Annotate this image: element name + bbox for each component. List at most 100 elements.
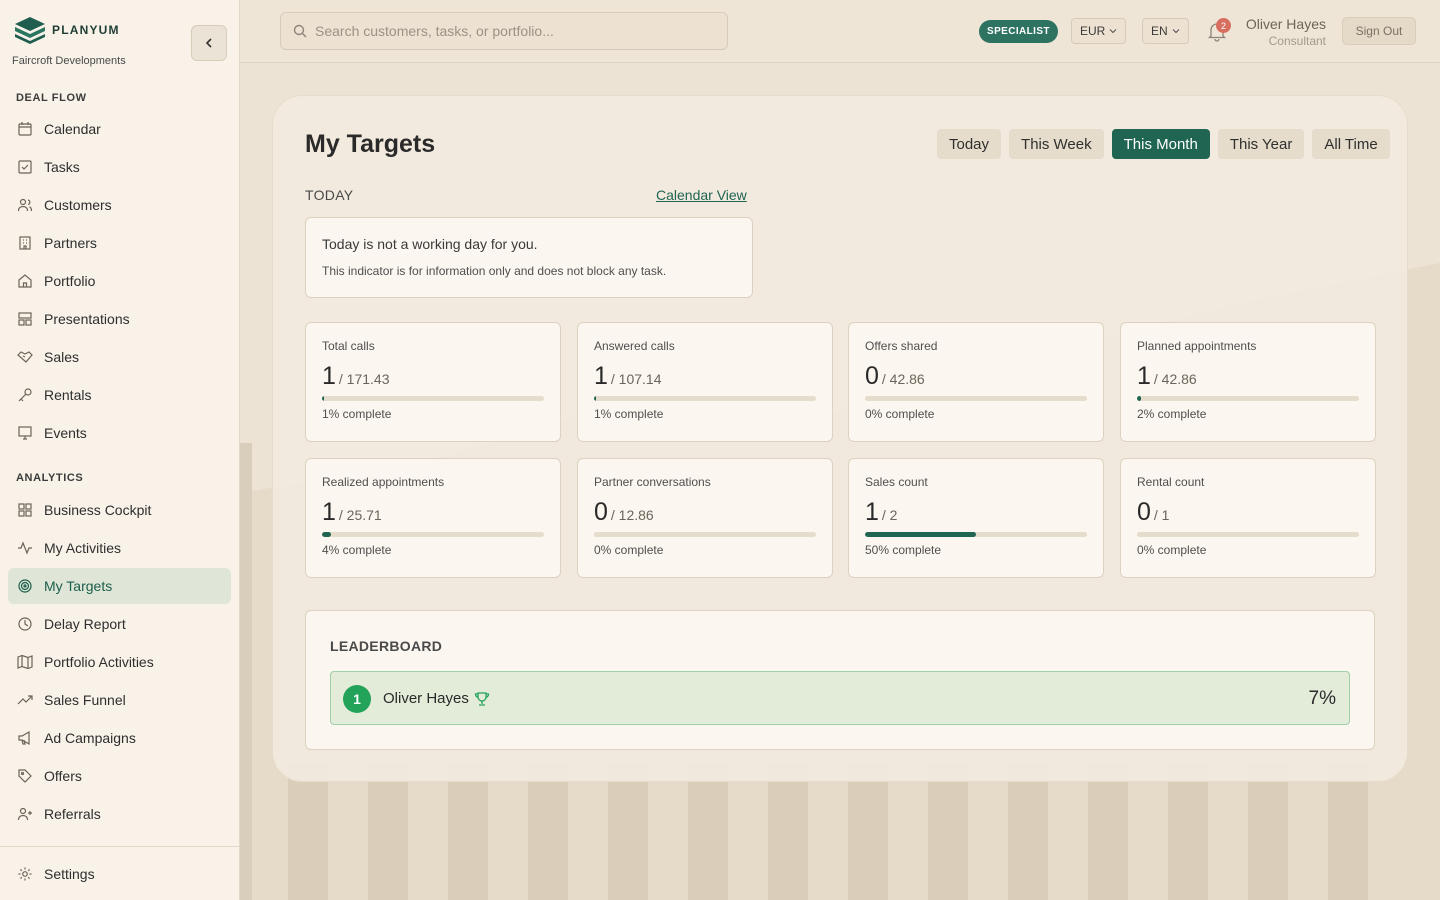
activity-icon: [16, 539, 34, 557]
metric-complete: 2% complete: [1137, 407, 1207, 421]
section-label-analytics: ANALYTICS: [16, 472, 84, 484]
users-icon: [16, 196, 34, 214]
sidebar-item-label: Business Cockpit: [44, 502, 152, 518]
page-title: My Targets: [305, 130, 436, 158]
progress-bar: [594, 532, 816, 537]
sidebar-item-label: Tasks: [44, 159, 80, 175]
tab-this-week[interactable]: This Week: [1009, 129, 1104, 159]
sidebar-item-partners[interactable]: Partners: [8, 225, 231, 261]
tab-all-time[interactable]: All Time: [1312, 129, 1390, 159]
sidebar-item-calendar[interactable]: Calendar: [8, 111, 231, 147]
currency-select[interactable]: EUR: [1071, 18, 1127, 44]
sidebar-item-portfolio-activities[interactable]: Portfolio Activities: [8, 644, 231, 680]
period-tabs: Today This Week This Month This Year All…: [937, 129, 1390, 159]
metric-card: Offers shared 0/ 42.86 0% complete: [848, 322, 1104, 442]
sidebar-item-label: Settings: [44, 866, 95, 882]
tab-this-year[interactable]: This Year: [1217, 129, 1305, 159]
metric-complete: 0% complete: [594, 543, 664, 557]
rank-badge: 1: [343, 685, 371, 713]
sidebar-item-label: Delay Report: [44, 616, 126, 632]
calendar-icon: [16, 120, 34, 138]
role-badge: SPECIALIST: [979, 20, 1058, 43]
metric-target: / 2: [881, 507, 898, 523]
metric-value: 0: [1137, 498, 1151, 526]
sidebar-item-ad-campaigns[interactable]: Ad Campaigns: [8, 720, 231, 756]
brand: PLANYUM: [14, 16, 120, 44]
sidebar-item-presentations[interactable]: Presentations: [8, 301, 231, 337]
metric-card: Sales count 1/ 2 50% complete: [848, 458, 1104, 578]
sign-out-button[interactable]: Sign Out: [1342, 17, 1416, 45]
progress-bar: [322, 532, 544, 537]
trend-icon: [16, 691, 34, 709]
notice-title: Today is not a working day for you.: [322, 236, 538, 252]
layout-icon: [16, 310, 34, 328]
progress-fill: [594, 396, 597, 401]
section-label-deal-flow: DEAL FLOW: [16, 92, 87, 104]
sidebar-item-delay-report[interactable]: Delay Report: [8, 606, 231, 642]
sidebar-item-label: Rentals: [44, 387, 92, 403]
map-icon: [16, 653, 34, 671]
metric-label: Total calls: [322, 339, 375, 353]
collapse-sidebar-button[interactable]: [191, 25, 227, 61]
user-name[interactable]: Oliver Hayes: [1246, 16, 1326, 32]
gear-icon: [16, 865, 34, 883]
sidebar-item-sales[interactable]: Sales: [8, 339, 231, 375]
search-bar[interactable]: [280, 12, 728, 50]
sidebar-item-events[interactable]: Events: [8, 415, 231, 451]
sidebar-item-sales-funnel[interactable]: Sales Funnel: [8, 682, 231, 718]
organization-name: Faircroft Developments: [12, 55, 126, 67]
metric-complete: 0% complete: [865, 407, 935, 421]
tab-this-month[interactable]: This Month: [1111, 129, 1210, 159]
sidebar-divider: [0, 846, 239, 847]
leaderboard-row[interactable]: 1 Oliver Hayes 7%: [330, 671, 1350, 725]
metric-label: Planned appointments: [1137, 339, 1257, 353]
key-icon: [16, 386, 34, 404]
sidebar-item-my-targets[interactable]: My Targets: [8, 568, 231, 604]
language-value: EN: [1151, 24, 1168, 38]
metric-card: Answered calls 1/ 107.14 1% complete: [577, 322, 833, 442]
sidebar-item-my-activities[interactable]: My Activities: [8, 530, 231, 566]
settings-nav: Settings: [8, 856, 231, 894]
chevron-down-icon: [1172, 29, 1180, 34]
handshake-icon: [16, 348, 34, 366]
calendar-view-link[interactable]: Calendar View: [656, 187, 747, 203]
progress-fill: [865, 532, 976, 537]
metric-value: 0: [594, 498, 608, 526]
chevron-down-icon: [1109, 29, 1117, 34]
analytics-nav: Business Cockpit My Activities My Target…: [8, 492, 231, 834]
sidebar-item-rentals[interactable]: Rentals: [8, 377, 231, 413]
metric-label: Realized appointments: [322, 475, 445, 489]
sidebar-item-portfolio[interactable]: Portfolio: [8, 263, 231, 299]
metric-value: 1: [322, 498, 336, 526]
grid-icon: [16, 501, 34, 519]
sidebar-item-customers[interactable]: Customers: [8, 187, 231, 223]
sidebar-item-offers[interactable]: Offers: [8, 758, 231, 794]
progress-fill: [322, 532, 331, 537]
user-role: Consultant: [1268, 34, 1326, 48]
metric-card: Rental count 0/ 1 0% complete: [1120, 458, 1376, 578]
metric-target: / 25.71: [338, 507, 382, 523]
monitor-icon: [16, 424, 34, 442]
metric-value: 1: [322, 362, 336, 390]
progress-fill: [322, 396, 325, 401]
top-header: SPECIALIST EUR EN 2 Oliver Hayes Consult…: [240, 0, 1440, 63]
metric-value: 1: [865, 498, 879, 526]
language-select[interactable]: EN: [1142, 18, 1189, 44]
sidebar-item-business-cockpit[interactable]: Business Cockpit: [8, 492, 231, 528]
brand-name: PLANYUM: [52, 23, 120, 37]
leaderboard-title: LEADERBOARD: [330, 638, 443, 654]
sidebar-item-settings[interactable]: Settings: [8, 856, 231, 892]
sidebar-item-tasks[interactable]: Tasks: [8, 149, 231, 185]
tab-today[interactable]: Today: [937, 129, 1002, 159]
leaderboard-percentage: 7%: [1308, 688, 1336, 709]
metric-target: / 171.43: [338, 371, 390, 387]
progress-bar: [865, 532, 1087, 537]
sidebar-item-label: Presentations: [44, 311, 130, 327]
sidebar-item-referrals[interactable]: Referrals: [8, 796, 231, 832]
progress-bar: [1137, 396, 1359, 401]
user-plus-icon: [16, 805, 34, 823]
sidebar-item-label: Calendar: [44, 121, 101, 137]
metric-card: Partner conversations 0/ 12.86 0% comple…: [577, 458, 833, 578]
home-icon: [16, 272, 34, 290]
search-input[interactable]: [315, 23, 715, 39]
